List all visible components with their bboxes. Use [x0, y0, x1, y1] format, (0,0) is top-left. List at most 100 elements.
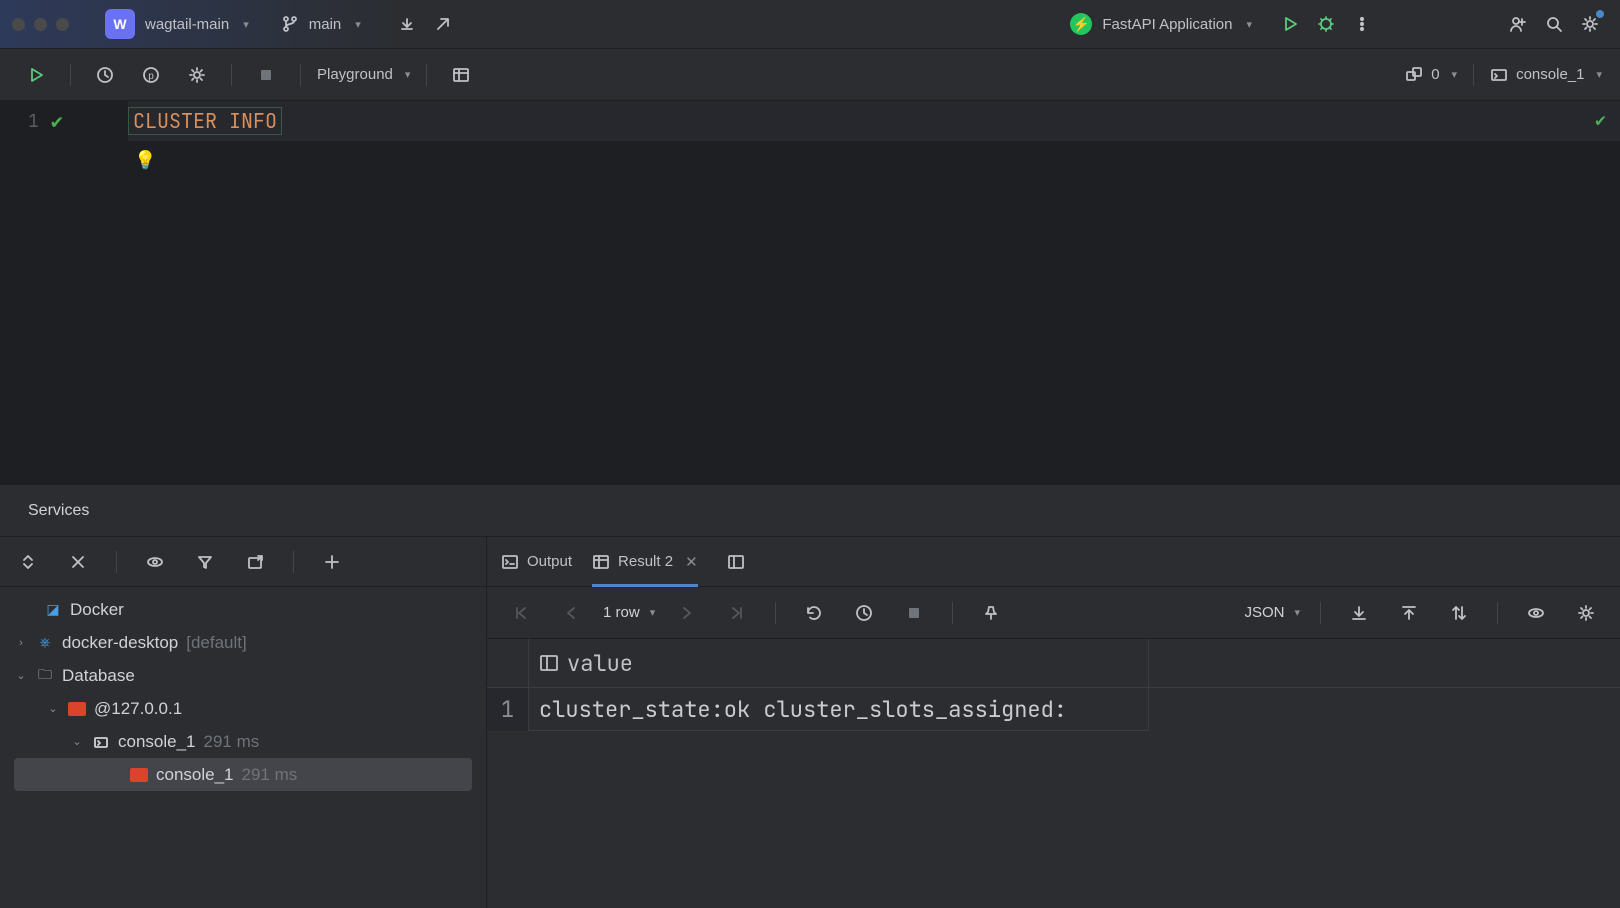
console-label: console_1 — [1516, 66, 1584, 83]
tree-time: 291 ms — [204, 732, 260, 752]
result-toolbar: 1 row ▾ JSON ▾ — [487, 587, 1620, 639]
lower-pane: ◪ Docker › ⎈ docker-desktop [default] ⌄ … — [0, 537, 1620, 908]
debug-button[interactable] — [1308, 6, 1344, 42]
cancel-icon[interactable] — [896, 595, 932, 631]
editor[interactable]: 1 ✔ CLUSTER INFO 💡 ✔ — [0, 101, 1620, 485]
run-config-selector[interactable]: ⚡ FastAPI Application ▾ — [1070, 13, 1252, 35]
upload-icon[interactable] — [1391, 595, 1427, 631]
pin-icon[interactable] — [973, 595, 1009, 631]
inspection-ok-icon[interactable]: ✔ — [1595, 109, 1606, 132]
services-panel-header[interactable]: Services — [0, 485, 1620, 537]
outgoing-icon[interactable] — [425, 6, 461, 42]
services-title: Services — [28, 502, 89, 520]
tree-label: console_1 — [118, 732, 196, 752]
last-page-icon[interactable] — [719, 595, 755, 631]
intention-bulb-icon[interactable]: 💡 — [134, 149, 156, 172]
svg-text:p: p — [148, 71, 154, 82]
chevron-down-icon[interactable]: ⌄ — [70, 735, 84, 748]
result-panel: Output Result 2 ✕ 1 row ▾ — [487, 537, 1620, 908]
run-button[interactable] — [1272, 6, 1308, 42]
result-cell[interactable]: cluster_state:ok cluster_slots_assigned: — [529, 688, 1149, 731]
tree-time: 291 ms — [242, 765, 298, 785]
result-tabs: Output Result 2 ✕ — [487, 537, 1620, 587]
services-tree[interactable]: ◪ Docker › ⎈ docker-desktop [default] ⌄ … — [0, 587, 486, 908]
auto-refresh-icon[interactable] — [846, 595, 882, 631]
titlebar: W wagtail-main ▾ main ▾ ⚡ FastAPI Applic… — [0, 0, 1620, 49]
tree-label: @127.0.0.1 — [94, 699, 182, 719]
open-icon[interactable] — [237, 544, 273, 580]
tab-label: Output — [527, 553, 572, 570]
row-count-selector[interactable]: 1 row ▾ — [603, 604, 655, 621]
project-name: wagtail-main — [145, 16, 229, 33]
tree-label-suffix: [default] — [186, 633, 247, 653]
tree-item-console-leaf[interactable]: console_1 291 ms — [14, 758, 472, 791]
services-toolbar — [0, 537, 486, 587]
settings-icon[interactable] — [1568, 595, 1604, 631]
more-button[interactable] — [1344, 6, 1380, 42]
sessions-count: 0 — [1431, 66, 1439, 83]
project-badge: W — [105, 9, 135, 39]
tree-item-docker[interactable]: ◪ Docker — [0, 593, 472, 626]
kube-icon: ⎈ — [36, 634, 54, 652]
refresh-icon[interactable] — [796, 595, 832, 631]
branch-name: main — [309, 16, 342, 33]
playground-selector[interactable]: Playground ▾ — [317, 66, 410, 83]
sessions-icon — [1405, 66, 1423, 84]
window-controls[interactable] — [12, 18, 69, 31]
tab-result-2[interactable]: Result 2 ✕ — [592, 537, 698, 586]
tree-label: Database — [62, 666, 135, 686]
result-grid-header: value — [487, 639, 1620, 688]
next-page-icon[interactable] — [669, 595, 705, 631]
services-tree-panel: ◪ Docker › ⎈ docker-desktop [default] ⌄ … — [0, 537, 487, 908]
tree-item-redis-host[interactable]: ⌄ @127.0.0.1 — [0, 692, 472, 725]
result-row[interactable]: 1 cluster_state:ok cluster_slots_assigne… — [487, 688, 1620, 731]
history-icon[interactable] — [87, 57, 123, 93]
sessions-selector[interactable]: 0 ▾ — [1405, 66, 1457, 84]
search-icon[interactable] — [1536, 6, 1572, 42]
view-icon[interactable] — [1518, 595, 1554, 631]
layout-icon[interactable] — [718, 544, 754, 580]
check-icon: ✔ — [51, 108, 63, 134]
filter-icon[interactable] — [187, 544, 223, 580]
compare-icon[interactable] — [1441, 595, 1477, 631]
console-toolbar: p Playground ▾ 0 ▾ console_1 ▾ — [0, 49, 1620, 101]
explain-icon[interactable]: p — [133, 57, 169, 93]
tab-output[interactable]: Output — [501, 537, 572, 586]
chevron-down-icon: ▾ — [405, 68, 411, 81]
expand-icon[interactable] — [10, 544, 46, 580]
column-header[interactable]: value — [529, 639, 1149, 687]
chevron-right-icon[interactable]: › — [14, 637, 28, 649]
code-line[interactable]: CLUSTER INFO — [128, 101, 1620, 141]
add-icon[interactable] — [314, 544, 350, 580]
format-selector[interactable]: JSON ▾ — [1244, 604, 1300, 621]
chevron-down-icon[interactable]: ⌄ — [14, 669, 28, 682]
fastapi-icon: ⚡ — [1070, 13, 1092, 35]
tree-item-database[interactable]: ⌄ 🗀 Database — [0, 659, 472, 692]
collapse-icon[interactable] — [60, 544, 96, 580]
stop-button[interactable] — [248, 57, 284, 93]
chevron-down-icon: ▾ — [1452, 68, 1458, 81]
table-icon — [592, 553, 610, 571]
grid-icon[interactable] — [443, 57, 479, 93]
row-header-corner — [487, 639, 529, 687]
chevron-down-icon: ▾ — [1294, 606, 1300, 619]
run-config-name: FastAPI Application — [1102, 16, 1232, 33]
branch-selector[interactable]: main ▾ — [281, 15, 361, 33]
first-page-icon[interactable] — [503, 595, 539, 631]
close-icon[interactable]: ✕ — [685, 553, 698, 571]
execute-button[interactable] — [18, 57, 54, 93]
format-label: JSON — [1244, 604, 1284, 621]
prev-page-icon[interactable] — [553, 595, 589, 631]
download-icon[interactable] — [1341, 595, 1377, 631]
settings-icon[interactable] — [179, 57, 215, 93]
incoming-icon[interactable] — [389, 6, 425, 42]
tree-item-console[interactable]: ⌄ console_1 291 ms — [0, 725, 472, 758]
collab-icon[interactable] — [1500, 6, 1536, 42]
project-selector[interactable]: W wagtail-main ▾ — [105, 9, 249, 39]
console-selector[interactable]: console_1 ▾ — [1490, 66, 1602, 84]
playground-label: Playground — [317, 66, 393, 83]
settings-icon[interactable] — [1572, 6, 1608, 42]
chevron-down-icon[interactable]: ⌄ — [46, 702, 60, 715]
tree-item-docker-desktop[interactable]: › ⎈ docker-desktop [default] — [0, 626, 472, 659]
show-icon[interactable] — [137, 544, 173, 580]
